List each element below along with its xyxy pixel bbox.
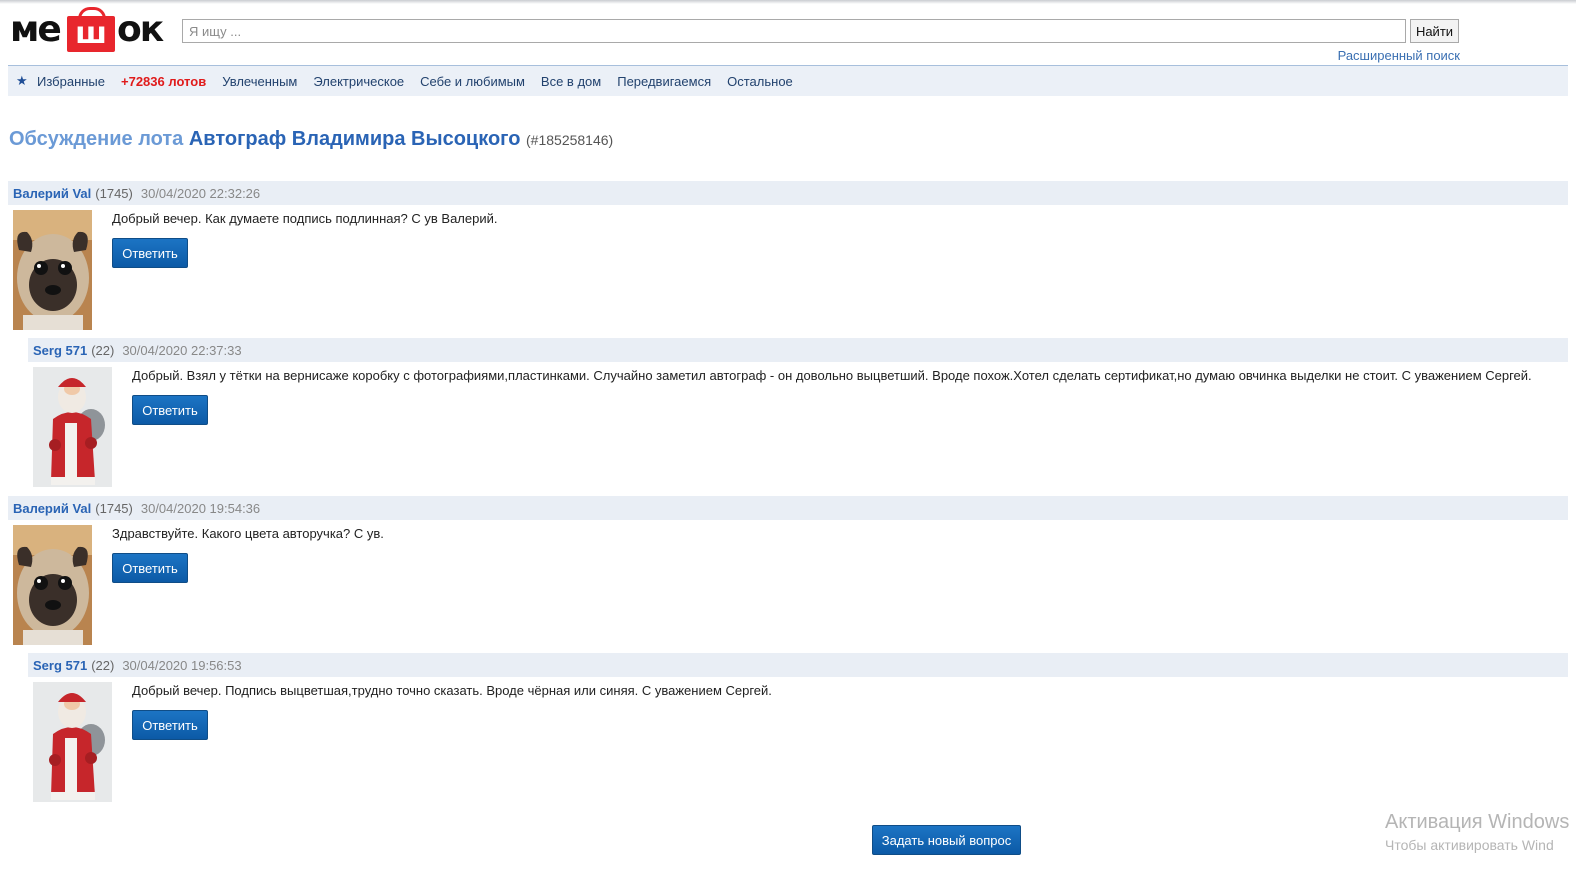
windows-activation-watermark: Активация Windows Чтобы активировать Win… bbox=[1385, 811, 1569, 853]
nav-item-home[interactable]: Все в дом bbox=[541, 74, 601, 89]
pug-avatar-image bbox=[13, 210, 92, 330]
top-shadow bbox=[0, 0, 1576, 4]
page-title: Обсуждение лота Автограф Владимира Высоц… bbox=[9, 128, 613, 151]
comment-date: 30/04/2020 22:37:33 bbox=[122, 342, 242, 358]
reply-button[interactable]: Ответить bbox=[132, 710, 208, 740]
author-rating: (1745) bbox=[95, 500, 133, 516]
comment-header: Serg 571 (22) 30/04/2020 19:56:53 bbox=[28, 653, 1568, 677]
comment-header: Валерий Val (1745) 30/04/2020 22:32:26 bbox=[8, 181, 1568, 205]
logo-text-left: ме bbox=[10, 9, 62, 50]
reply-button[interactable]: Ответить bbox=[132, 395, 208, 425]
search-button[interactable]: Найти bbox=[1410, 19, 1459, 43]
comment: Валерий Val (1745) 30/04/2020 22:32:26 Д… bbox=[8, 181, 1568, 333]
comment-text: Здравствуйте. Какого цвета авторучка? С … bbox=[112, 526, 384, 541]
category-nav: ★ Избранные +72836 лотов Увлеченным Элек… bbox=[8, 66, 1568, 96]
comment-header: Валерий Val (1745) 30/04/2020 19:54:36 bbox=[8, 496, 1568, 520]
title-prefix: Обсуждение лота bbox=[9, 128, 184, 150]
santa-avatar-image bbox=[33, 367, 112, 487]
logo-text-bag: ш bbox=[75, 16, 107, 51]
lot-id: (#185258146) bbox=[526, 132, 614, 148]
santa-avatar[interactable] bbox=[33, 367, 112, 487]
watermark-subtitle: Чтобы активировать Wind bbox=[1385, 837, 1554, 853]
pug-avatar[interactable] bbox=[13, 210, 92, 330]
advanced-search-link[interactable]: Расширенный поиск bbox=[1338, 48, 1460, 63]
santa-avatar-image bbox=[33, 682, 112, 802]
nav-item-other[interactable]: Остальное bbox=[727, 74, 793, 89]
reply-button[interactable]: Ответить bbox=[112, 238, 188, 268]
comment-author[interactable]: Валерий Val bbox=[13, 186, 91, 201]
nav-item-lots-count[interactable]: +72836 лотов bbox=[121, 74, 206, 89]
nav-item-hobbies[interactable]: Увлеченным bbox=[222, 74, 297, 89]
site-logo[interactable]: ме ш ок bbox=[10, 6, 170, 52]
comment-text: Добрый. Взял у тётки на вернисаже коробк… bbox=[132, 368, 1532, 383]
star-icon[interactable]: ★ bbox=[16, 73, 29, 89]
author-rating: (22) bbox=[91, 657, 115, 673]
ask-new-question-button[interactable]: Задать новый вопрос bbox=[872, 825, 1021, 855]
watermark-title: Активация Windows bbox=[1385, 811, 1570, 833]
pug-avatar[interactable] bbox=[13, 525, 92, 645]
comment: Валерий Val (1745) 30/04/2020 19:54:36 З… bbox=[8, 496, 1568, 648]
search-input[interactable] bbox=[182, 19, 1406, 43]
nav-item-transport[interactable]: Передвигаемся bbox=[617, 74, 711, 89]
comment-author[interactable]: Serg 571 bbox=[33, 658, 87, 673]
comment-text: Добрый вечер. Подпись выцветшая,трудно т… bbox=[132, 683, 772, 698]
comment-date: 30/04/2020 19:56:53 bbox=[122, 657, 242, 673]
comment-header: Serg 571 (22) 30/04/2020 22:37:33 bbox=[28, 338, 1568, 362]
pug-avatar-image bbox=[13, 525, 92, 645]
reply-button[interactable]: Ответить bbox=[112, 553, 188, 583]
lot-title-link[interactable]: Автограф Владимира Высоцкого bbox=[189, 128, 521, 150]
comment-author[interactable]: Валерий Val bbox=[13, 501, 91, 516]
comment: Serg 571 (22) 30/04/2020 19:56:53 Добрый… bbox=[28, 653, 1568, 805]
nav-item-favorites[interactable]: Избранные bbox=[37, 74, 105, 89]
comment-author[interactable]: Serg 571 bbox=[33, 343, 87, 358]
shopping-bag-icon: ш bbox=[67, 7, 115, 52]
logo-text-right: ок bbox=[117, 9, 164, 50]
nav-item-electrical[interactable]: Электрическое bbox=[313, 74, 404, 89]
author-rating: (22) bbox=[91, 342, 115, 358]
comment-text: Добрый вечер. Как думаете подпись подлин… bbox=[112, 211, 498, 226]
comment-date: 30/04/2020 22:32:26 bbox=[140, 185, 261, 201]
nav-item-self-and-loved[interactable]: Себе и любимым bbox=[420, 74, 525, 89]
comment-date: 30/04/2020 19:54:36 bbox=[140, 500, 261, 516]
santa-avatar[interactable] bbox=[33, 682, 112, 802]
comment: Serg 571 (22) 30/04/2020 22:37:33 Добрый… bbox=[28, 338, 1568, 490]
author-rating: (1745) bbox=[95, 185, 133, 201]
